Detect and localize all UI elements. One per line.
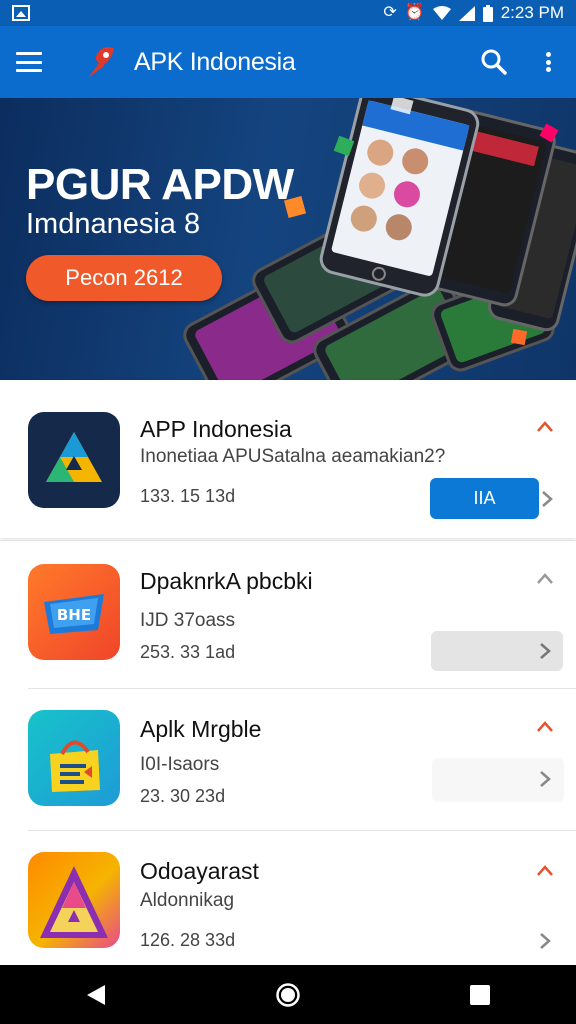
divider bbox=[28, 688, 576, 689]
list-item[interactable]: APP Indonesia Inonetiaa APUSatalna aeama… bbox=[0, 380, 576, 538]
app-logo-icon bbox=[88, 47, 114, 78]
chevron-right-icon[interactable] bbox=[538, 770, 552, 788]
app-title: Odoayarast bbox=[140, 858, 259, 884]
back-icon bbox=[87, 984, 105, 1005]
app-bar: APK Indonesia bbox=[0, 26, 576, 98]
app-subtitle: Inonetiaa APUSatalna aeamakian2? bbox=[140, 446, 446, 467]
app-meta: 23. 30 23d bbox=[140, 786, 226, 806]
list-item[interactable]: Odoayarast Aldonnikag 126. 28 33d bbox=[0, 832, 576, 965]
app-icon bbox=[28, 710, 120, 806]
menu-icon[interactable] bbox=[16, 52, 42, 72]
alarm-icon: ⏰ bbox=[404, 4, 425, 21]
list-item[interactable]: BHE DpaknrkA pbcbki IJD 37oass 253. 33 1… bbox=[0, 548, 576, 688]
promo-banner[interactable]: PGUR APDW Imdnanesia 8 Pecon 2612 bbox=[0, 98, 576, 380]
list-item[interactable]: Aplk Mrgble I0I-Isaors 23. 30 23d bbox=[0, 690, 576, 830]
divider bbox=[28, 830, 576, 831]
app-icon bbox=[28, 852, 120, 948]
chevron-up-icon[interactable] bbox=[536, 570, 554, 588]
search-icon[interactable] bbox=[480, 48, 508, 76]
chevron-right-icon[interactable] bbox=[538, 932, 552, 950]
wifi-icon bbox=[432, 6, 451, 20]
recents-icon bbox=[470, 984, 490, 1005]
home-button[interactable] bbox=[258, 975, 318, 1015]
recents-button[interactable] bbox=[450, 975, 510, 1015]
app-title: APP Indonesia bbox=[140, 416, 292, 442]
app-title: APK Indonesia bbox=[134, 47, 296, 76]
app-title: DpaknrkA pbcbki bbox=[140, 568, 313, 594]
chevron-right-icon[interactable] bbox=[540, 490, 554, 508]
home-icon bbox=[276, 982, 300, 1007]
divider bbox=[0, 540, 576, 541]
battery-icon bbox=[482, 4, 493, 22]
chevron-right-icon[interactable] bbox=[538, 642, 552, 660]
svg-text:BHE: BHE bbox=[57, 606, 91, 624]
app-subtitle: IJD 37oass bbox=[140, 610, 236, 631]
banner-title: PGUR APDW bbox=[26, 160, 294, 209]
app-icon: BHE bbox=[28, 564, 120, 660]
install-button[interactable]: IIA bbox=[430, 478, 539, 519]
app-subtitle: Aldonnikag bbox=[140, 890, 235, 911]
system-nav-bar bbox=[0, 965, 576, 1024]
app-meta: 126. 28 33d bbox=[140, 930, 236, 950]
app-title: Aplk Mrgble bbox=[140, 716, 262, 742]
gallery-icon bbox=[12, 5, 30, 21]
status-time: 2:23 PM bbox=[500, 3, 564, 22]
more-options-icon[interactable] bbox=[536, 48, 560, 76]
app-meta: 133. 15 13d bbox=[140, 486, 236, 506]
sync-icon: ⟳ bbox=[383, 4, 397, 21]
back-button[interactable] bbox=[66, 975, 126, 1015]
signal-icon bbox=[458, 5, 475, 21]
status-bar: ⟳ ⏰ 2:23 PM bbox=[0, 0, 576, 26]
chevron-up-icon[interactable] bbox=[536, 418, 554, 436]
chevron-up-icon[interactable] bbox=[536, 862, 554, 880]
app-subtitle: I0I-Isaors bbox=[140, 754, 220, 775]
banner-cta-button[interactable]: Pecon 2612 bbox=[26, 255, 222, 301]
app-icon bbox=[28, 412, 120, 508]
phones-illustration bbox=[183, 98, 576, 380]
app-meta: 253. 33 1ad bbox=[140, 642, 236, 662]
chevron-up-icon[interactable] bbox=[536, 718, 554, 736]
banner-subtitle: Imdnanesia 8 bbox=[26, 208, 201, 240]
